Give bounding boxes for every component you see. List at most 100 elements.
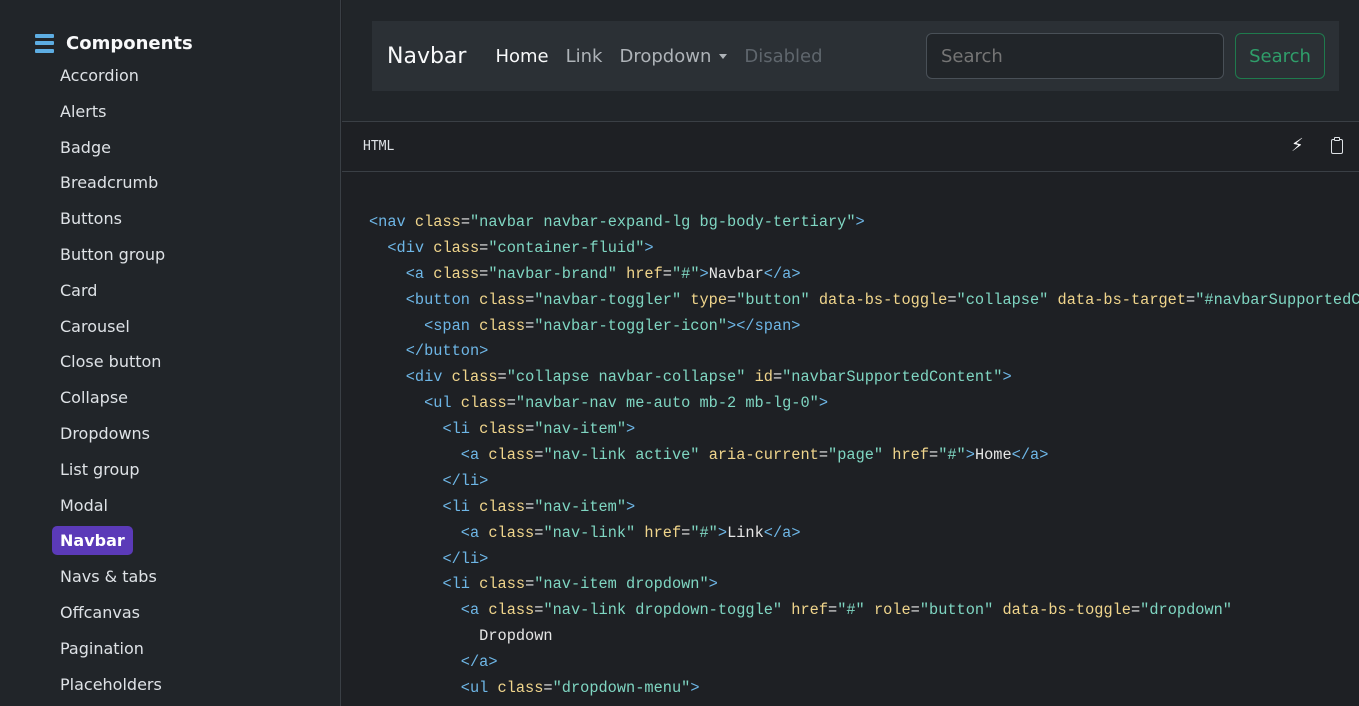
code-token: class [414,213,461,231]
code-token: > [626,497,636,516]
code-token: > [855,213,865,231]
sidebar-item-label: Modal [60,495,108,515]
sidebar-item-navs-tabs[interactable]: Navs & tabs [52,559,165,595]
sidebar-item-card[interactable]: Card [52,273,165,309]
code-token: = [460,213,470,231]
code-token: class [497,679,544,698]
code-token: type [690,290,728,309]
code-header: HTML ⚡ [342,122,1359,172]
code-token: <a [460,601,489,620]
navbar-brand[interactable]: Navbar [387,44,466,69]
sidebar-item-placeholders[interactable]: Placeholders [52,667,165,703]
sidebar-item-button-group[interactable]: Button group [52,237,165,273]
code-token: = [525,316,535,335]
code-token: = [543,679,553,698]
sidebar-item-label: Card [60,280,98,300]
code-token: <li [442,497,480,516]
code-token: "collapse navbar-collapse" [506,368,746,387]
code-block: <nav class="navbar navbar-expand-lg bg-b… [369,210,1359,702]
code-token: = [479,264,489,283]
sidebar-item-buttons[interactable]: Buttons [52,201,165,237]
sidebar-item-pagination[interactable]: Pagination [52,631,165,667]
code-token: > [699,264,709,283]
sidebar-item-collapse[interactable]: Collapse [52,380,165,416]
code-token: "container-fluid" [488,238,645,257]
code-token: "navbar-nav me-auto mb-2 mb-lg-0" [515,394,819,413]
code-token: > [690,679,700,698]
sidebar-item-breadcrumb[interactable]: Breadcrumb [52,165,165,201]
code-token: > [965,446,975,465]
code-token: = [525,420,535,439]
code-token: id [754,368,773,387]
dropdown-label: Dropdown [619,45,712,67]
sidebar-item-label: Badge [60,137,111,157]
example-preview: Navbar Home Link Dropdown Disabled Searc… [342,0,1359,122]
sidebar-item-label: Placeholders [60,674,162,694]
search-button[interactable]: Search [1235,33,1325,79]
code-token: "collapse" [956,290,1049,309]
code-token: = [772,368,783,387]
search-input[interactable] [926,33,1224,79]
sidebar-item-dropdowns[interactable]: Dropdowns [52,416,165,452]
sidebar-item-label: List group [60,459,140,479]
code-token: "nav-item" [534,497,627,516]
code-token: "navbar-toggler-icon" [534,316,728,335]
sidebar-item-list-group[interactable]: List group [52,452,165,488]
code-token: = [497,368,507,387]
code-token: "#navbarSupportedContent" [1195,290,1359,309]
components-icon [35,33,54,53]
sidebar-item-label: Close button [60,352,162,372]
code-line: <a class = "nav-link dropdown-toggle" href… [369,598,1359,624]
sidebar-item-label: Navs & tabs [60,567,157,587]
code-token: = [525,575,535,594]
code-token: class [479,575,526,594]
code-line: <ul class="navbar-nav me-auto mb-2 mb-lg… [369,391,1359,417]
code-token: "#" [837,601,865,620]
sidebar-item-offcanvas[interactable]: Offcanvas [52,595,165,631]
code-token: = [947,290,957,309]
nav-link-home[interactable]: Home [495,46,548,67]
sidebar-item-label: Button group [60,244,166,264]
clipboard-icon[interactable] [1331,137,1345,155]
sidebar-item-alerts[interactable]: Alerts [52,94,165,130]
code-token: <li [442,420,480,439]
sidebar-item-modal[interactable]: Modal [52,488,165,524]
code-line: <a class="nav-link active" aria-current=… [369,443,1359,469]
code-token: "page" [828,446,884,465]
sidebar-item-accordion[interactable]: Accordion [52,58,165,94]
code-line: </li> [369,469,1359,495]
nav-link-link[interactable]: Link [566,46,603,67]
code-token: <button [405,290,480,309]
nav-link-dropdown[interactable]: Dropdown [619,45,728,67]
code-token: class [460,394,507,413]
code-token: "nav-link" [543,523,636,542]
code-token: = [662,264,672,283]
sidebar-item-label: Alerts [60,101,107,121]
code-token: </a> [460,653,498,672]
code-line: <a class="navbar-brand" href="#">Navbar<… [369,262,1359,288]
code-token: href [791,601,829,620]
sidebar-item-label: Collapse [60,388,128,408]
sidebar-item-navbar[interactable]: Navbar [52,523,165,559]
code-token: <span [424,316,480,335]
code-token: class [479,290,526,309]
code-token: "button" [919,601,994,620]
code-token: class [479,420,526,439]
sidebar-item-close-button[interactable]: Close button [52,344,165,380]
preview-navbar: Navbar Home Link Dropdown Disabled Searc… [372,21,1339,91]
lightning-icon[interactable]: ⚡ [1291,136,1307,156]
code-token: <nav [369,213,415,231]
code-token: Dropdown [369,627,553,646]
sidebar-item-carousel[interactable]: Carousel [52,309,165,345]
sidebar-item-badge[interactable]: Badge [52,130,165,166]
